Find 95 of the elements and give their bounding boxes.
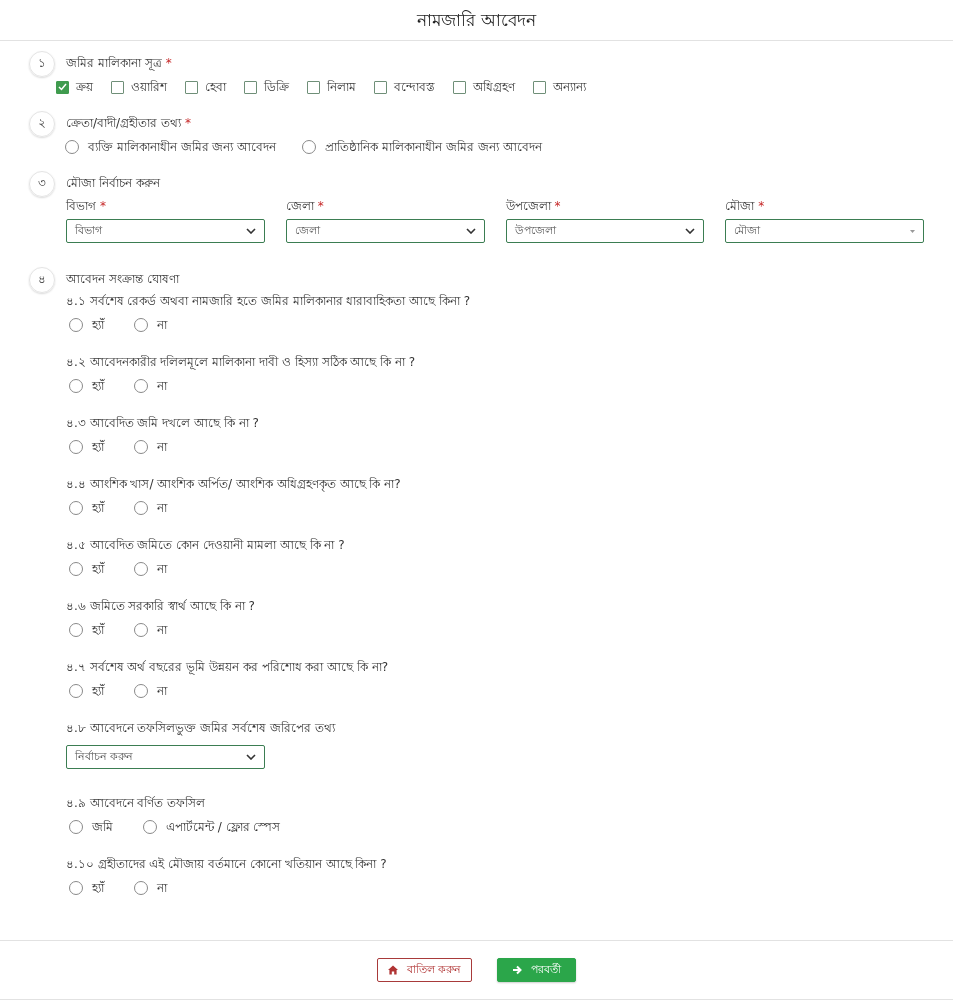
chevron-down-icon [245, 228, 256, 234]
required-mark: * [100, 199, 106, 213]
option-label: ওয়ারিশ [131, 79, 167, 96]
option-label: ক্রয় [76, 79, 93, 96]
checkbox[interactable] [453, 80, 466, 94]
select-field[interactable]: জেলা [285, 219, 485, 243]
option-label: না [157, 378, 167, 395]
checkbox[interactable] [307, 80, 320, 94]
question-text: ৪.৬ জমিতে সরকারি স্বার্থ আছে কি না ? [66, 598, 256, 615]
section-title: মৌজা নির্বাচন করুন [66, 176, 160, 190]
radio-button[interactable] [69, 623, 83, 637]
option-label: বন্দোবস্ত [394, 79, 435, 96]
checkbox[interactable] [244, 80, 257, 94]
radio-button[interactable] [143, 820, 157, 834]
option-label: হ্যাঁ [92, 439, 104, 456]
radio-button[interactable] [69, 881, 83, 895]
chevron-down-icon [465, 228, 476, 234]
radio-button[interactable] [134, 501, 148, 515]
chevron-down-icon [685, 228, 696, 234]
checkbox[interactable] [56, 80, 69, 94]
required-mark: * [554, 199, 561, 213]
question-text: ৪.৫ আবেদিত জমিতে কোন দেওয়ানী মামলা আছে কি না ? [66, 537, 346, 554]
option-label: জমি [92, 819, 113, 836]
option-label: হ্যাঁ [92, 500, 104, 517]
option-label: অন্যান্য [553, 79, 586, 96]
question-text: ৪.৭ সর্বশেষ অর্থ বছরের ভূমি উন্নয়ন কর পরিশোধ করা আছে কি না? [66, 659, 390, 676]
radio-button[interactable] [134, 684, 148, 698]
radio-button[interactable] [302, 140, 317, 154]
cancel-button[interactable]: বাতিল করুন [376, 958, 473, 982]
radio-button[interactable] [69, 562, 83, 576]
radio-button[interactable] [69, 820, 83, 834]
field-label: জেলা [285, 199, 314, 213]
required-mark: * [165, 56, 172, 70]
option-label: না [157, 880, 167, 897]
radio-button[interactable] [134, 379, 148, 393]
option-label: হেবা [205, 79, 226, 96]
radio-button[interactable] [134, 440, 148, 454]
option-label: ব্যক্তি মালিকানাধীন জমির জন্য আবেদন [88, 139, 277, 156]
option-label: না [157, 500, 167, 517]
field-label: বিভাগ [66, 199, 96, 213]
question-text: ৪.৯ আবেদনে বর্ণিত তফসিল [66, 795, 207, 812]
question-text: ৪.৮ আবেদনে তফসিলভুক্ত জমির সর্বশেষ জরিপের তথ্য [66, 720, 337, 737]
option-label: না [157, 561, 167, 578]
option-label: এপার্টমেন্ট / ফ্লোর স্পেস [166, 819, 281, 836]
section-title: ক্রেতা/বাদী/গ্রহীতার তথ্য [66, 116, 181, 130]
option-label: না [157, 439, 167, 456]
question-text: ৪.৩ আবেদিত জমি দখলে আছে কি না ? [66, 415, 260, 432]
option-label: হ্যাঁ [92, 561, 104, 578]
radio-button[interactable] [65, 140, 79, 154]
question-text: ৪.১০ গ্রহীতাদের এই মৌজায় বর্তমানে কোনো খতিয়ান আছে কিনা ? [66, 856, 388, 873]
caret-down-icon [910, 229, 915, 233]
option-label: হ্যাঁ [92, 880, 104, 897]
section-title: জমির মালিকানা সূত্র [66, 56, 162, 70]
radio-button[interactable] [69, 501, 83, 515]
option-label: হ্যাঁ [92, 317, 104, 334]
radio-button[interactable] [69, 318, 83, 332]
page-title: নামজারি আবেদন [417, 9, 536, 31]
option-label: হ্যাঁ [92, 622, 104, 639]
option-label: না [157, 317, 167, 334]
field-label: উপজেলা [505, 199, 551, 213]
option-label: অধিগ্রহণ [473, 79, 515, 96]
select-field[interactable]: উপজেলা [505, 219, 705, 243]
required-mark: * [317, 199, 324, 213]
checkbox[interactable] [185, 80, 198, 94]
radio-button[interactable] [134, 562, 148, 576]
radio-button[interactable] [69, 379, 83, 393]
option-label: ডিক্রি [264, 79, 289, 96]
option-label: না [157, 622, 167, 639]
checkbox[interactable] [533, 80, 546, 94]
option-label: নিলাম [327, 79, 356, 96]
radio-button[interactable] [134, 623, 148, 637]
field-label: মৌজা [725, 199, 755, 213]
question-text: ৪.৪ আংশিক খাস/ আংশিক অর্পিত/ আংশিক অধিগ্রহণকৃত আছে কি না? [66, 476, 402, 493]
required-mark: * [758, 199, 765, 213]
checkbox[interactable] [111, 80, 124, 94]
select-field[interactable]: বিভাগ [66, 219, 265, 243]
required-mark: * [184, 116, 191, 130]
select-field[interactable]: মৌজা [725, 219, 924, 243]
arrow-right-icon [512, 965, 523, 975]
option-label: হ্যাঁ [92, 683, 104, 700]
radio-button[interactable] [69, 684, 83, 698]
question-text: ৪.১ সর্বশেষ রেকর্ড অথবা নামজারি হতে জমির মালিকানার ধারাবাহিকতা আছে কিনা ? [66, 293, 472, 310]
radio-button[interactable] [134, 318, 148, 332]
option-label: হ্যাঁ [92, 378, 104, 395]
chevron-down-icon [246, 754, 256, 760]
question-text: ৪.২ আবেদনকারীর দলিলমূলে মালিকানা দাবী ও হিস্যা সঠিক আছে কি না ? [66, 354, 417, 371]
checkbox[interactable] [374, 80, 387, 94]
home-icon [387, 965, 398, 975]
select-field[interactable]: নির্বাচন করুন [66, 745, 265, 769]
section-title: আবেদন সংক্রান্ত ঘোষণা [66, 272, 179, 286]
option-label: প্রাতিষ্ঠানিক মালিকানাধীন জমির জন্য আবেদন [325, 139, 542, 156]
radio-button[interactable] [134, 881, 148, 895]
checkmark-icon [58, 83, 67, 91]
radio-button[interactable] [69, 440, 83, 454]
option-label: না [157, 683, 167, 700]
